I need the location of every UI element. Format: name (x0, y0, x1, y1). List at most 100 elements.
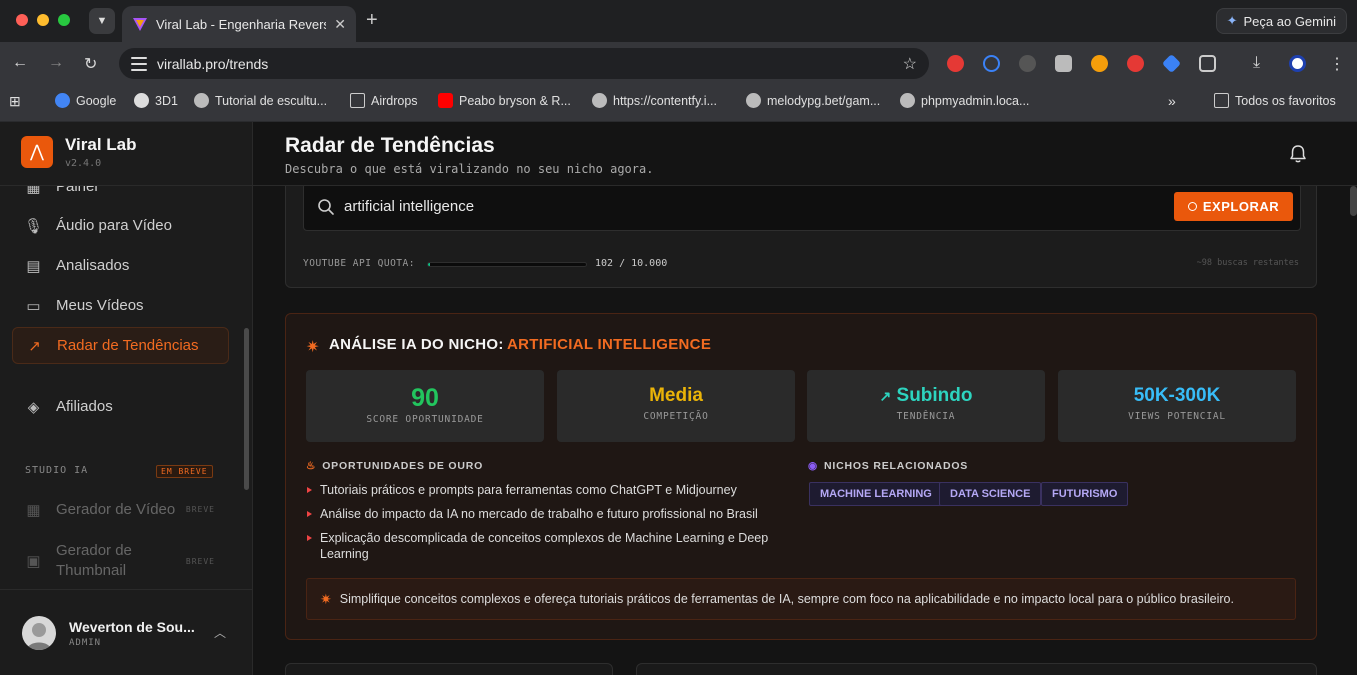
tag-icon: ◈ (27, 398, 40, 416)
explore-button-label: EXPLORAR (1202, 199, 1280, 214)
bookmark-item[interactable]: Google (55, 93, 116, 108)
brand-header: ⋀ Viral Lab v2.4.0 (0, 122, 252, 186)
tab-title: Viral Lab - Engenharia Reversa (156, 16, 327, 32)
apps-grid-icon[interactable]: ⊞ (9, 93, 21, 110)
avatar (22, 616, 56, 650)
ai-tip: ✷ Simplifique conceitos complexos e ofer… (306, 578, 1296, 620)
sidebar-item-afiliados[interactable]: ◈ Afiliados (12, 388, 229, 425)
coming-soon-badge: BREVE (185, 556, 215, 566)
site-info-icon[interactable] (131, 56, 147, 71)
gemini-button[interactable]: ✦ Peça ao Gemini (1215, 8, 1347, 34)
profile-avatar-icon[interactable] (1289, 55, 1306, 72)
search-input[interactable] (344, 198, 1044, 215)
bookmark-label: Peabo bryson & R... (459, 93, 571, 108)
back-arrow-icon[interactable]: ← (12, 54, 28, 72)
sidebar-item-audio-para-video[interactable]: 🎙︎ Áudio para Vídeo (12, 207, 229, 244)
extension-tag-icon[interactable] (1161, 53, 1182, 74)
gemini-label: Peça ao Gemini (1243, 13, 1337, 29)
window-maximize-button[interactable] (58, 14, 70, 26)
metric-value: Media (649, 385, 703, 406)
all-bookmarks[interactable]: Todos os favoritos (1214, 93, 1336, 108)
extension-color-icon[interactable] (1091, 55, 1108, 72)
sidebar-nav: ▦ Painel 🎙︎ Áudio para Vídeo ▤ Analisado… (0, 186, 252, 589)
coming-soon-badge: BREVE (185, 505, 215, 514)
bookmarks-overflow-icon[interactable]: » (1168, 93, 1176, 109)
browser-tab-active[interactable]: Viral Lab - Engenharia Reversa ✕ (122, 6, 356, 42)
video-icon: ▭ (26, 297, 41, 315)
browser-menu-icon[interactable]: ⋮ (1329, 54, 1345, 74)
bookmark-label: Google (76, 93, 117, 108)
quota-remaining: ~98 buscas restantes (1196, 258, 1299, 268)
bookmark-item[interactable]: Airdrops (350, 93, 418, 108)
main-scrollbar[interactable] (1350, 186, 1357, 216)
related-niches-heading: ◉ NICHOS RELACIONADOS (808, 460, 968, 472)
opportunity-item: Análise do impacto da IA no mercado de t… (306, 506, 786, 522)
forward-arrow-icon[interactable]: → (48, 54, 64, 72)
quota-label: YOUTUBE API QUOTA: (303, 258, 415, 269)
sidebar-item-meus-videos[interactable]: ▭ Meus Vídeos (12, 287, 229, 324)
extension-red-icon[interactable] (1127, 55, 1144, 72)
chevron-up-icon[interactable]: ︿ (214, 624, 226, 641)
sidebar-item-radar-de-tendencias[interactable]: ↗ Radar de Tendências (12, 327, 229, 364)
bookmark-label: 3D1 (155, 93, 178, 108)
window-minimize-button[interactable] (37, 14, 49, 26)
bookmark-item[interactable]: Tutorial de escultu... (194, 93, 327, 108)
related-niche-tag[interactable]: FUTURISMO (1041, 482, 1129, 506)
page-title: Radar de Tendências (285, 134, 495, 157)
extension-gray-icon[interactable] (1019, 55, 1036, 72)
address-bar[interactable]: virallab.pro/trends ☆ (119, 48, 929, 79)
metric-label: SCORE OPORTUNIDADE (366, 414, 484, 425)
sidebar-item-gerador-de-thumbnail: ▣ Gerador de Thumbnail BREVE (12, 540, 229, 582)
bell-icon[interactable] (1288, 144, 1308, 164)
tab-search-button[interactable]: ▼ (89, 8, 115, 34)
extensions-puzzle-icon[interactable] (1199, 55, 1216, 72)
metric-opportunity-score: 90 SCORE OPORTUNIDADE (306, 370, 544, 442)
quota-value: 102 / 10.000 (595, 258, 668, 269)
bookmark-item[interactable]: phpmyadmin.loca... (900, 93, 1029, 108)
download-icon[interactable]: ⤓ (1253, 54, 1260, 72)
bookmark-item[interactable]: 3D1 (134, 93, 178, 108)
analysis-niche: ARTIFICIAL INTELLIGENCE (507, 336, 712, 353)
metric-label: TENDÊNCIA (896, 411, 956, 422)
extension-k-icon[interactable] (1055, 55, 1072, 72)
all-bookmarks-label: Todos os favoritos (1235, 93, 1336, 108)
radar-icon (1187, 202, 1197, 211)
related-niche-tag[interactable]: DATA SCIENCE (939, 482, 1042, 506)
window-close-button[interactable] (16, 14, 28, 26)
sidebar-scrollbar[interactable] (244, 328, 249, 490)
bookmark-label: melodypg.bet/gam... (767, 93, 881, 108)
related-niche-tag[interactable]: MACHINE LEARNING (809, 482, 943, 506)
document-icon: ▤ (26, 257, 41, 275)
page-subtitle: Descubra o que está viralizando no seu n… (285, 162, 654, 176)
browser-tab-bar: ▼ Viral Lab - Engenharia Reversa ✕ + ✦ P… (0, 0, 1357, 42)
bookmark-item[interactable]: Peabo bryson & R... (438, 93, 571, 108)
youtube-icon (438, 93, 453, 108)
user-profile[interactable]: Weverton de Sou... ADMIN ︿ (0, 589, 252, 675)
extension-hand-icon[interactable] (947, 55, 964, 72)
close-tab-icon[interactable]: ✕ (334, 16, 346, 33)
sidebar-item-painel[interactable]: ▦ Painel (12, 186, 229, 205)
bookmark-item[interactable]: melodypg.bet/gam... (746, 93, 880, 108)
quota-progress-bar (427, 262, 587, 267)
metric-label: VIEWS POTENCIAL (1128, 411, 1226, 422)
metric-value: 90 (411, 384, 439, 412)
related-niches-title: NICHOS RELACIONADOS (823, 460, 969, 472)
bookmarks-bar: ⊞ Google 3D1 Tutorial de escultu... Aird… (0, 85, 1357, 122)
reload-icon[interactable]: ↻ (84, 54, 97, 74)
sidebar-item-analisados[interactable]: ▤ Analisados (12, 247, 229, 284)
sidebar: ⋀ Viral Lab v2.4.0 ▦ Painel 🎙︎ Áudio par… (0, 122, 253, 675)
globe-icon (900, 93, 915, 108)
explore-button[interactable]: EXPLORAR (1174, 192, 1293, 221)
new-tab-button[interactable]: + (366, 9, 378, 32)
url-text[interactable]: virallab.pro/trends (157, 56, 893, 72)
bookmark-item[interactable]: https://contentfy.i... (592, 93, 717, 108)
trending-up-icon: ↗ (879, 388, 892, 404)
sidebar-item-gerador-de-video: ▦ Gerador de Vídeo BREVE (12, 491, 229, 528)
3d1-icon (134, 93, 149, 108)
sidebar-item-label: Painel (56, 186, 98, 195)
sidebar-item-label: Gerador de Vídeo (56, 501, 176, 518)
chevron-down-icon: ▼ (96, 15, 108, 27)
bookmark-label: Airdrops (371, 93, 418, 108)
bookmark-star-icon[interactable]: ☆ (903, 54, 917, 74)
extension-wave-icon[interactable] (983, 55, 1000, 72)
